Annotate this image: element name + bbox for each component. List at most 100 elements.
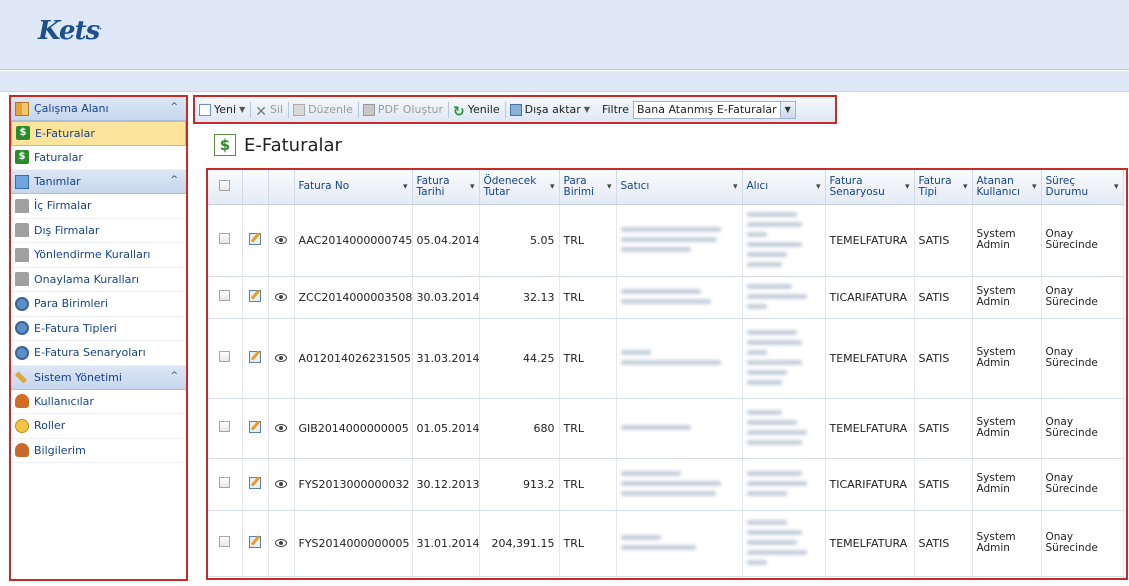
table-row[interactable]: FYS2013000000032 30.12.2013 913.2 TRL TI… <box>208 458 1124 511</box>
row-view-cell[interactable] <box>268 318 295 399</box>
row-edit-cell[interactable] <box>242 458 269 511</box>
filter-icon[interactable]: ▾ <box>607 182 612 193</box>
sidebar-item-yonlendirme-kurallari[interactable]: Yönlendirme Kuralları <box>11 243 186 268</box>
filter-icon[interactable]: ▾ <box>1032 182 1037 193</box>
col-header-para-birimi[interactable]: Para Birimi ▾ <box>559 170 617 205</box>
eye-icon[interactable] <box>275 423 287 432</box>
cell-odenecek-tutar: 680 <box>479 398 560 459</box>
col-header-fatura-tipi[interactable]: Fatura Tipi ▾ <box>914 170 973 205</box>
row-checkbox-cell[interactable] <box>208 458 243 511</box>
refresh-button[interactable]: ↻ Yenile <box>453 103 500 120</box>
table-row[interactable]: AAC2014000000745 05.04.2014 5.05 TRL TEM… <box>208 204 1124 277</box>
row-edit-cell[interactable] <box>242 576 269 578</box>
row-checkbox[interactable] <box>219 290 231 301</box>
row-edit-cell[interactable] <box>242 318 269 399</box>
row-checkbox[interactable] <box>219 421 231 432</box>
row-checkbox-cell[interactable] <box>208 510 243 577</box>
filter-icon[interactable]: ▾ <box>816 182 821 193</box>
row-view-cell[interactable] <box>268 510 295 577</box>
sidebar-item-para-birimleri[interactable]: Para Birimleri <box>11 292 186 317</box>
chevron-down-icon[interactable]: ▼ <box>239 105 245 114</box>
sidebar-section-calisma-alani[interactable]: Çalışma Alanı ^ <box>11 97 186 121</box>
sidebar-item-kullanicilar[interactable]: Kullanıcılar <box>11 390 186 414</box>
sidebar-item-bilgilerim[interactable]: Bilgilerim <box>11 439 186 463</box>
cell-alici-redacted <box>742 204 826 277</box>
sidebar-section-tanimlar[interactable]: Tanımlar ^ <box>11 170 186 194</box>
sidebar-item-onaylama-kurallari[interactable]: Onaylama Kuralları <box>11 268 186 292</box>
row-checkbox-cell[interactable] <box>208 276 243 319</box>
col-header-surec-durumu[interactable]: Süreç Durumu ▾ <box>1041 170 1124 205</box>
sidebar-item-ic-firmalar[interactable]: İç Firmalar <box>11 194 186 219</box>
filter-icon[interactable]: ▾ <box>550 182 555 193</box>
row-view-cell[interactable] <box>268 398 295 459</box>
row-edit-cell[interactable] <box>242 276 269 319</box>
edit-button[interactable]: Düzenle <box>293 103 353 116</box>
filter-icon[interactable]: ▾ <box>403 182 408 193</box>
row-checkbox[interactable] <box>219 351 231 362</box>
row-view-cell[interactable] <box>268 458 295 511</box>
filter-icon[interactable]: ▾ <box>470 182 475 193</box>
filter-icon[interactable]: ▾ <box>905 182 910 193</box>
sidebar-item-dis-firmalar[interactable]: Dış Firmalar <box>11 219 186 243</box>
table-row[interactable]: FYS2014000000005 31.01.2014 204,391.15 T… <box>208 510 1124 577</box>
filter-icon[interactable]: ▾ <box>1114 182 1119 193</box>
eye-icon[interactable] <box>275 292 287 301</box>
row-checkbox-cell[interactable] <box>208 318 243 399</box>
chevron-down-icon[interactable]: ▼ <box>779 101 795 118</box>
row-view-cell[interactable] <box>268 576 295 578</box>
sidebar-item-e-faturalar[interactable]: $ E-Faturalar <box>11 121 186 146</box>
eye-icon[interactable] <box>275 479 287 488</box>
row-checkbox-cell[interactable] <box>208 576 243 578</box>
row-view-cell[interactable] <box>268 204 295 277</box>
cell-para-birimi: TRL <box>559 458 617 511</box>
table-row[interactable]: ZCC2014000003508 30.03.2014 32.13 TRL TI… <box>208 276 1124 319</box>
chevron-up-icon[interactable]: ^ <box>170 371 178 381</box>
row-edit-cell[interactable] <box>242 204 269 277</box>
edit-icon[interactable] <box>249 535 261 548</box>
table-row[interactable]: A012014026231505 31.03.2014 44.25 TRL TE… <box>208 318 1124 399</box>
pdf-button[interactable]: PDF Oluştur <box>362 103 443 116</box>
filter-icon[interactable]: ▾ <box>733 182 738 193</box>
chevron-up-icon[interactable]: ^ <box>170 175 178 185</box>
sidebar-item-e-fatura-senaryolari[interactable]: E-Fatura Senaryoları <box>11 341 186 366</box>
edit-icon[interactable] <box>249 476 261 489</box>
row-checkbox[interactable] <box>219 477 231 488</box>
export-button[interactable]: Dışa aktar ▼ <box>509 103 590 116</box>
edit-icon[interactable] <box>249 420 261 433</box>
col-header-atanan-kullanici[interactable]: Atanan Kullanıcı ▾ <box>972 170 1042 205</box>
delete-button[interactable]: ✕ Sil <box>255 103 283 120</box>
eye-icon[interactable] <box>275 538 287 547</box>
edit-icon[interactable] <box>249 232 261 245</box>
row-view-cell[interactable] <box>268 276 295 319</box>
col-header-satici[interactable]: Satıcı ▾ <box>616 170 743 205</box>
sidebar-item-roller[interactable]: Roller <box>11 414 186 439</box>
cell-alici-redacted <box>742 510 826 577</box>
col-header-odenecek-tutar[interactable]: Ödenecek Tutar ▾ <box>479 170 560 205</box>
sidebar-item-faturalar[interactable]: $ Faturalar <box>11 146 186 170</box>
row-edit-cell[interactable] <box>242 398 269 459</box>
select-all-checkbox[interactable] <box>219 179 231 191</box>
row-checkbox[interactable] <box>219 536 231 547</box>
row-checkbox-cell[interactable] <box>208 204 243 277</box>
edit-icon[interactable] <box>249 289 261 302</box>
row-checkbox-cell[interactable] <box>208 398 243 459</box>
table-row[interactable]: GIB2014000000005 01.05.2014 680 TRL TEME… <box>208 398 1124 459</box>
edit-icon[interactable] <box>249 350 261 363</box>
col-header-fatura-tarihi[interactable]: Fatura Tarihi ▾ <box>412 170 480 205</box>
sidebar-section-sistem-yonetimi[interactable]: Sistem Yönetimi ^ <box>11 365 186 390</box>
row-edit-cell[interactable] <box>242 510 269 577</box>
table-row[interactable] <box>208 576 1124 578</box>
filter-icon[interactable]: ▾ <box>963 182 968 193</box>
col-header-fatura-no[interactable]: Fatura No ▾ <box>294 170 413 205</box>
row-checkbox[interactable] <box>219 233 231 244</box>
col-header-alici[interactable]: Alıcı ▾ <box>742 170 826 205</box>
select-all-header[interactable] <box>208 170 243 205</box>
chevron-down-icon[interactable]: ▼ <box>584 105 590 114</box>
chevron-up-icon[interactable]: ^ <box>170 102 178 112</box>
new-button[interactable]: Yeni ▼ <box>199 103 245 116</box>
sidebar-item-e-fatura-tipleri[interactable]: E-Fatura Tipleri <box>11 317 186 341</box>
eye-icon[interactable] <box>275 235 287 244</box>
col-header-fatura-senaryosu[interactable]: Fatura Senaryosu ▾ <box>825 170 915 205</box>
filter-select[interactable]: Bana Atanmış E-Faturalar ▼ <box>632 100 796 119</box>
eye-icon[interactable] <box>275 353 287 362</box>
